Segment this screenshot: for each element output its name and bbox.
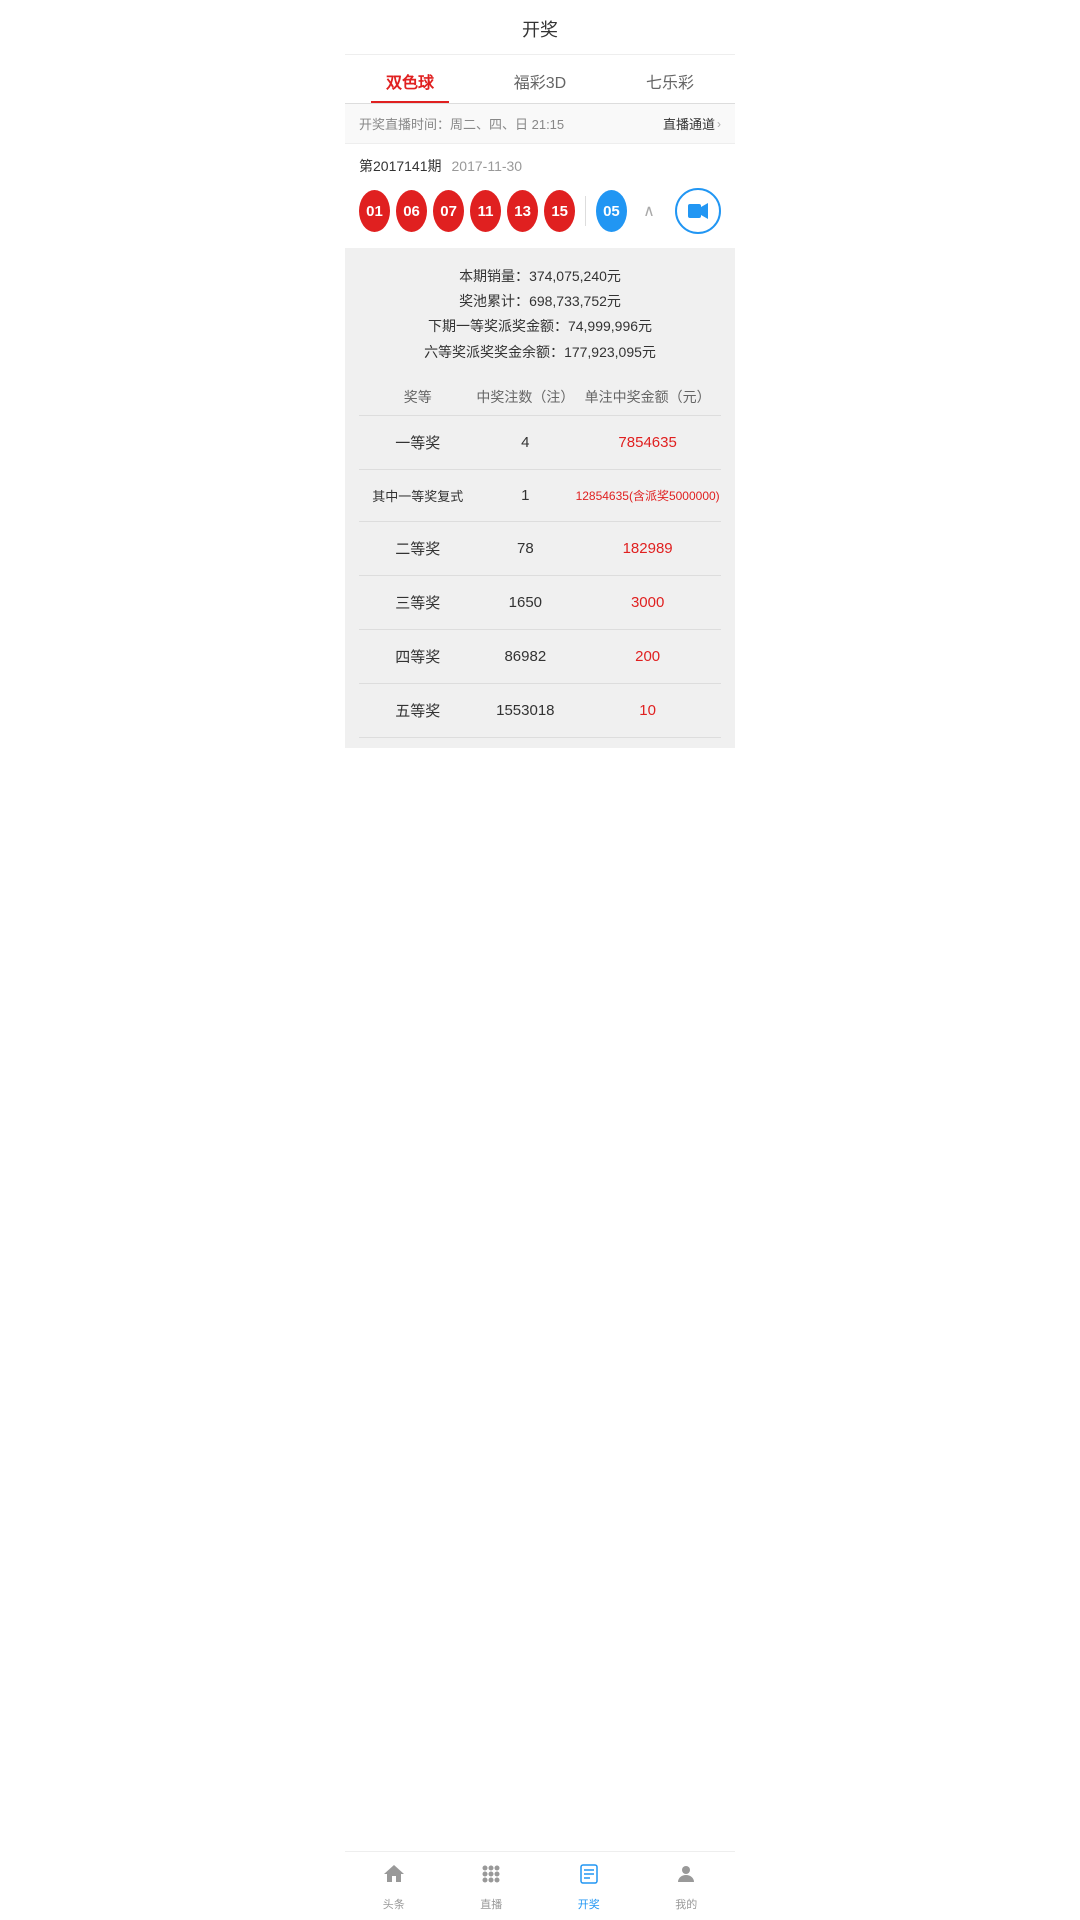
ball-blue-1: 05 <box>596 190 627 232</box>
nav-label-lottery: 开奖 <box>578 1896 600 1912</box>
live-channel-link[interactable]: 直播通道 › <box>663 114 721 133</box>
tab-bar: 双色球 福彩3D 七乐彩 <box>345 55 735 104</box>
balls-controls: ∧ <box>633 188 721 234</box>
nav-item-lottery[interactable]: 开奖 <box>540 1852 638 1920</box>
issue-date: 2017-11-30 <box>452 158 523 174</box>
page-header: 开奖 <box>345 0 735 55</box>
tab-shuangseqiu[interactable]: 双色球 <box>345 55 475 103</box>
bottom-nav: 头条 直播 开奖 <box>345 1851 735 1920</box>
collapse-button[interactable]: ∧ <box>633 195 665 227</box>
tab-qilecai[interactable]: 七乐彩 <box>605 55 735 103</box>
nav-item-live[interactable]: 直播 <box>443 1852 541 1920</box>
col-header-amount: 单注中奖金额（元） <box>574 387 721 407</box>
nav-item-news[interactable]: 头条 <box>345 1852 443 1920</box>
nav-item-mine[interactable]: 我的 <box>638 1852 736 1920</box>
chevron-right-icon: › <box>717 117 721 131</box>
home-icon <box>382 1862 406 1892</box>
ball-red-3: 07 <box>433 190 464 232</box>
nav-label-mine: 我的 <box>675 1896 697 1912</box>
issue-bar: 第2017141期 2017-11-30 <box>345 144 735 184</box>
details-panel: 本期销量：374,075,240元 奖池累计：698,733,752元 下期一等… <box>345 248 735 748</box>
ball-red-5: 13 <box>507 190 538 232</box>
nav-label-news: 头条 <box>383 1896 405 1912</box>
ball-red-6: 15 <box>544 190 575 232</box>
table-row: 其中一等奖复式 1 12854635(含派奖5000000) <box>359 470 721 522</box>
ball-red-4: 11 <box>470 190 501 232</box>
ball-red-1: 01 <box>359 190 390 232</box>
live-icon <box>479 1862 503 1892</box>
sales-info: 本期销量：374,075,240元 奖池累计：698,733,752元 下期一等… <box>359 264 721 365</box>
video-button[interactable] <box>675 188 721 234</box>
table-row: 二等奖 78 182989 <box>359 522 721 576</box>
live-bar: 开奖直播时间：周二、四、日 21:15 直播通道 › <box>345 104 735 144</box>
sales-line3: 下期一等奖派奖金额：74,999,996元 <box>359 314 721 339</box>
sales-line2: 奖池累计：698,733,752元 <box>359 289 721 314</box>
prize-table: 奖等 中奖注数（注） 单注中奖金额（元） 一等奖 4 7854635 其中一等奖… <box>359 379 721 738</box>
table-row: 一等奖 4 7854635 <box>359 416 721 470</box>
col-header-prize: 奖等 <box>359 387 476 407</box>
table-header: 奖等 中奖注数（注） 单注中奖金额（元） <box>359 379 721 416</box>
issue-number: 第2017141期 <box>359 156 442 176</box>
ball-red-2: 06 <box>396 190 427 232</box>
video-icon <box>688 203 708 219</box>
balls-row: 01 06 07 11 13 15 05 ∧ <box>345 184 735 248</box>
sales-line4: 六等奖派奖奖金余额：177,923,095元 <box>359 340 721 365</box>
table-row: 五等奖 1553018 10 <box>359 684 721 738</box>
lottery-icon <box>577 1862 601 1892</box>
tab-fucai3d[interactable]: 福彩3D <box>475 55 605 103</box>
nav-label-live: 直播 <box>480 1896 502 1912</box>
sales-line1: 本期销量：374,075,240元 <box>359 264 721 289</box>
ball-separator <box>585 196 586 226</box>
user-icon <box>674 1862 698 1892</box>
table-row: 三等奖 1650 3000 <box>359 576 721 630</box>
col-header-count: 中奖注数（注） <box>476 387 574 407</box>
page-title: 开奖 <box>522 20 558 40</box>
live-schedule-text: 开奖直播时间：周二、四、日 21:15 <box>359 114 564 133</box>
table-row: 四等奖 86982 200 <box>359 630 721 684</box>
